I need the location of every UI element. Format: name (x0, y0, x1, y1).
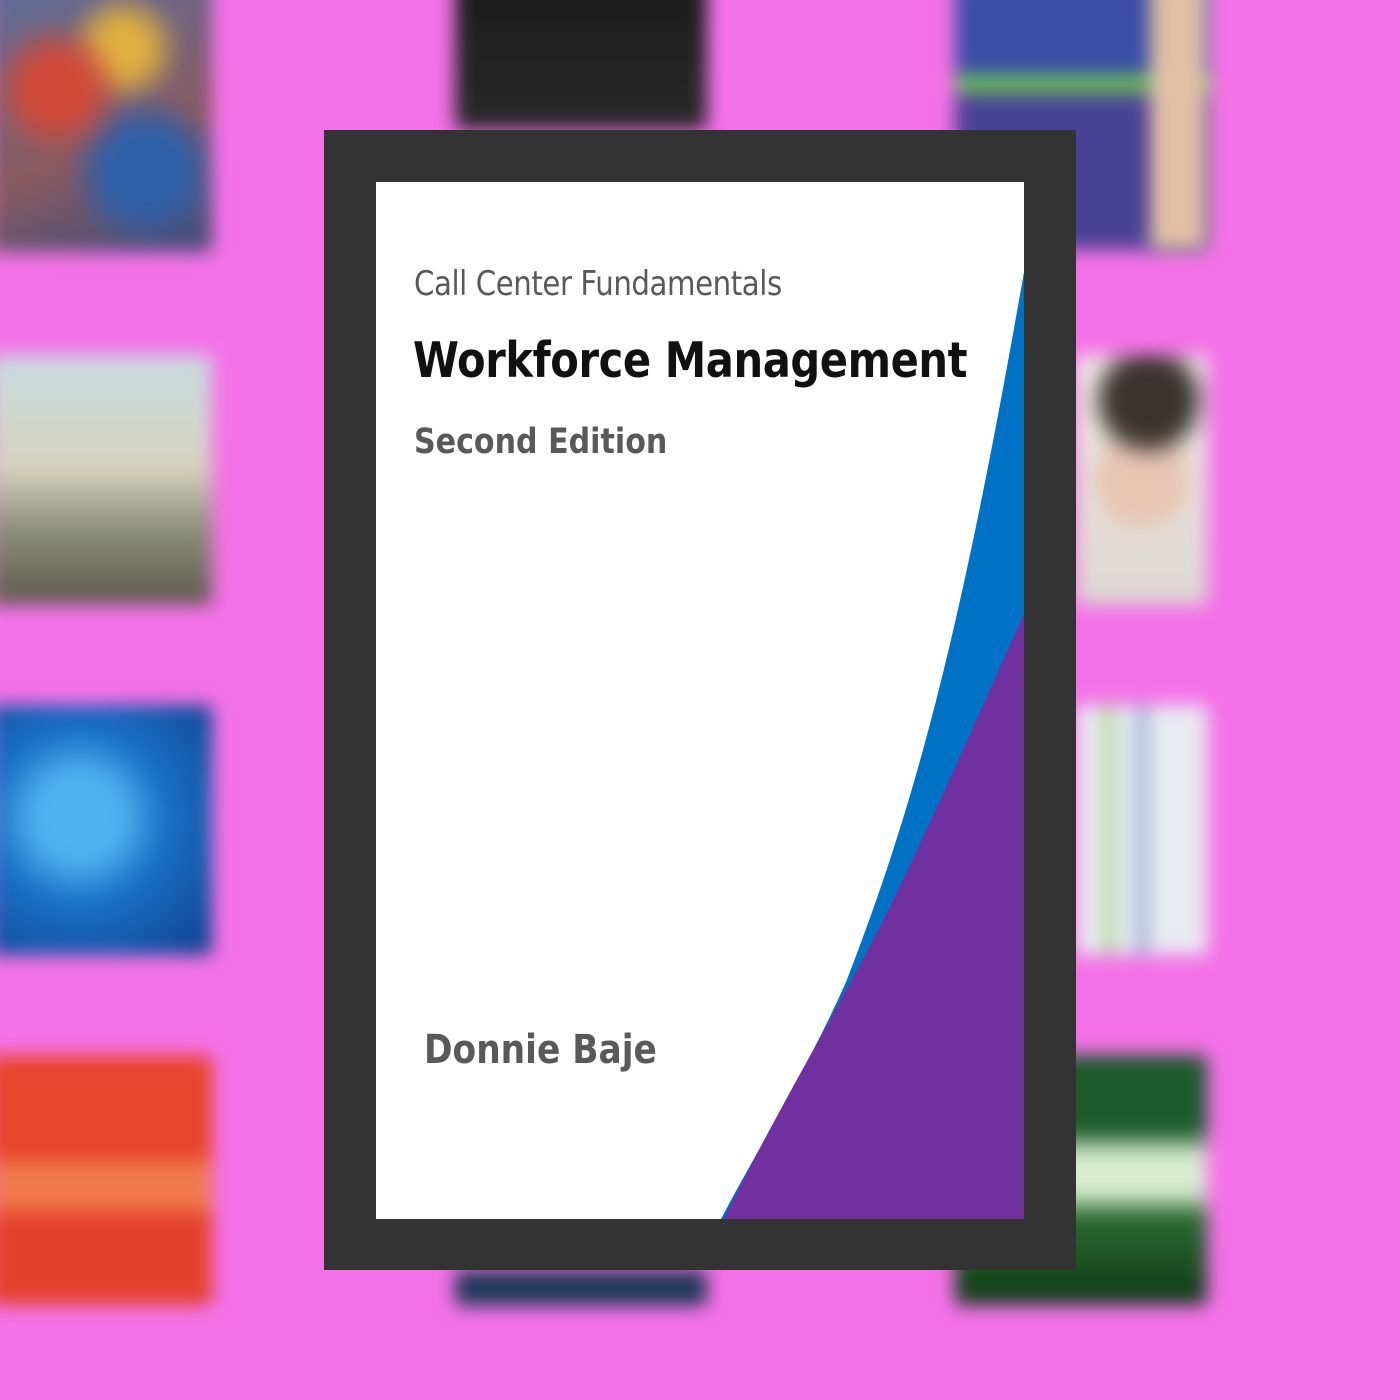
blurred-cover-city-skyline (0, 355, 212, 605)
blurred-cover-person-photo (1076, 355, 1208, 605)
blurred-cover-dark-blue (455, 1270, 707, 1306)
blurred-cover-dark-text (455, 0, 707, 130)
blurred-cover-orange (0, 1055, 212, 1305)
background-stage: Call Center Fundamentals Workforce Manag… (0, 0, 1400, 1400)
book-cover: Call Center Fundamentals Workforce Manag… (376, 182, 1024, 1219)
book-edition: Second Edition (414, 422, 668, 462)
blurred-cover-blue-globe (0, 705, 212, 955)
book-series: Call Center Fundamentals (414, 264, 782, 304)
book-author: Donnie Baje (424, 1027, 657, 1073)
blurred-cover-light-chart (1076, 705, 1208, 955)
blurred-cover-purple-edge (1150, 0, 1207, 250)
book-title: Workforce Management (413, 332, 968, 389)
book-cover-frame: Call Center Fundamentals Workforce Manag… (324, 130, 1076, 1270)
blurred-cover-colorful-crowd (0, 0, 212, 252)
